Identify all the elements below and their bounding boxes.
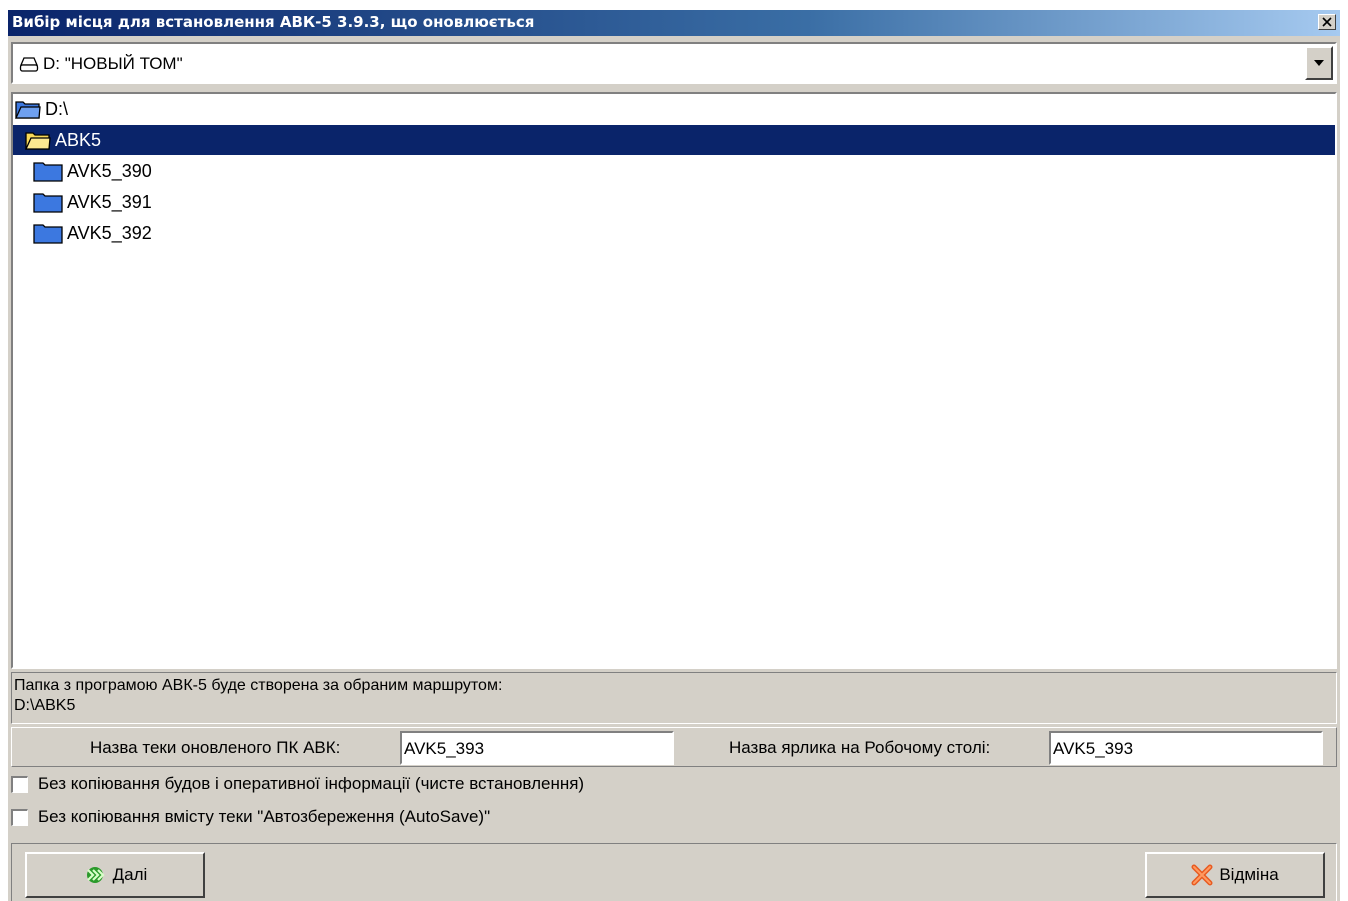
next-button[interactable]: Далі — [25, 852, 205, 898]
folder-name-label: Назва теки оновленого ПК АВК: — [90, 738, 341, 757]
shortcut-name-input[interactable]: AVK5_393 — [1049, 731, 1323, 765]
path-info-text: Папка з програмою АВК-5 буде створена за… — [14, 677, 503, 694]
cross-icon — [1191, 864, 1213, 886]
no-autosave-checkbox[interactable] — [11, 808, 28, 826]
cancel-button-label: Відміна — [1219, 865, 1279, 884]
tree-item-root[interactable]: D:\ — [13, 94, 1335, 124]
clean-install-label: Без копіювання будов і оперативної інфор… — [38, 774, 585, 793]
selected-path: D:\ABK5 — [14, 697, 76, 714]
folder-icon — [33, 224, 63, 244]
dropdown-button[interactable] — [1305, 46, 1333, 80]
names-panel: Назва теки оновленого ПК АВК: AVK5_393 Н… — [11, 727, 1337, 767]
tree-item-selected[interactable]: ABK5 — [13, 125, 1335, 155]
close-icon — [1322, 17, 1332, 27]
tree-item-label: D:\ — [45, 98, 69, 119]
shortcut-name-label: Назва ярлика на Робочому столі: — [729, 738, 991, 757]
tree-item-label: AVK5_392 — [67, 222, 152, 243]
tree-item-label: AVK5_391 — [67, 191, 152, 212]
clean-install-option[interactable]: Без копіювання будов і оперативної інфор… — [11, 772, 584, 796]
button-bar: Далі Відміна — [11, 843, 1337, 901]
tree-item-child[interactable]: AVK5_390 — [13, 156, 1335, 186]
folder-name-input[interactable]: AVK5_393 — [400, 731, 674, 765]
tree-item-child[interactable]: AVK5_392 — [13, 218, 1335, 248]
folder-tree[interactable]: D:\ ABK5 AVK5_390 AVK5_391 AVK5_392 — [11, 92, 1337, 669]
tree-item-child[interactable]: AVK5_391 — [13, 187, 1335, 217]
folder-icon — [33, 162, 63, 182]
title-bar[interactable]: Вибір місця для встановлення АВК-5 3.9.3… — [8, 10, 1340, 36]
chevron-down-icon — [1314, 60, 1324, 66]
no-autosave-option[interactable]: Без копіювання вмісту теки "Автозбережен… — [11, 805, 490, 829]
close-button[interactable] — [1318, 14, 1336, 30]
cancel-button[interactable]: Відміна — [1145, 852, 1325, 898]
dialog-window: Вибір місця для встановлення АВК-5 3.9.3… — [8, 10, 1340, 901]
drive-select-value: D: "НОВЫЙ ТОМ" — [43, 54, 183, 73]
next-button-label: Далі — [112, 865, 148, 884]
folder-icon — [33, 193, 63, 213]
open-folder-icon — [25, 132, 51, 150]
no-autosave-label: Без копіювання вмісту теки "Автозбережен… — [38, 807, 491, 826]
clean-install-checkbox[interactable] — [11, 775, 28, 793]
drive-select[interactable]: D: "НОВЫЙ ТОМ" — [11, 42, 1337, 84]
open-folder-icon — [15, 101, 41, 119]
tree-item-label: ABK5 — [55, 129, 102, 150]
tree-item-label: AVK5_390 — [67, 160, 152, 181]
drive-icon — [19, 57, 39, 72]
window-title: Вибір місця для встановлення АВК-5 3.9.3… — [12, 13, 535, 31]
path-info-panel: Папка з програмою АВК-5 буде створена за… — [11, 672, 1337, 724]
forward-arrows-icon — [86, 867, 105, 883]
